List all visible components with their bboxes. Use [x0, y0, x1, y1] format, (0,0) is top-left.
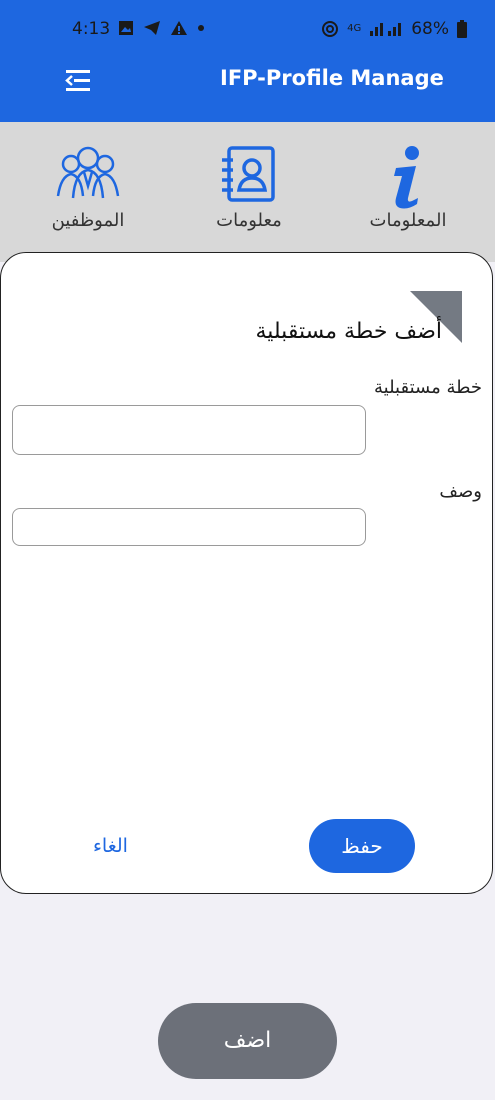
- description-label: وصف: [439, 481, 482, 502]
- signal-icon: [370, 23, 402, 36]
- warning-icon: [171, 21, 187, 35]
- description-input[interactable]: [12, 508, 366, 546]
- future-plan-input[interactable]: [12, 405, 366, 455]
- status-right: 4G 68%: [321, 19, 467, 39]
- tab-information[interactable]: المعلومات: [333, 122, 483, 252]
- notification-icons: [118, 20, 205, 36]
- battery-icon: [457, 20, 467, 38]
- app-title: IFP-Profile Manage: [220, 66, 444, 90]
- add-future-plan-dialog: أضف خطة مستقبلية خطة مستقبلية وصف الغاء …: [0, 252, 493, 894]
- tab-employees[interactable]: الموظفين: [13, 122, 163, 252]
- network-type: 4G: [347, 23, 362, 34]
- tab-info-contact[interactable]: معلومات: [174, 122, 324, 252]
- image-icon: [119, 21, 133, 35]
- people-group-icon: [56, 146, 120, 199]
- contact-book-icon: [222, 146, 275, 202]
- future-plan-label: خطة مستقبلية: [374, 377, 482, 398]
- telegram-icon: [144, 21, 160, 35]
- dialog-title: أضف خطة مستقبلية: [255, 319, 442, 344]
- add-button[interactable]: اضف: [158, 1003, 337, 1079]
- tab-label: معلومات: [216, 210, 282, 231]
- hotspot-icon: [322, 21, 339, 37]
- app-bar: 4:13 4G 68% IFP-Profile Manage: [0, 0, 495, 122]
- battery-level: 68%: [411, 19, 449, 39]
- status-time: 4:13: [72, 19, 111, 39]
- save-button[interactable]: حفظ: [309, 819, 415, 873]
- tab-bar: الموظفين معلومات المعلومات: [0, 122, 495, 262]
- cancel-button[interactable]: الغاء: [93, 835, 128, 857]
- status-bar: 4:13 4G 68%: [0, 0, 495, 58]
- info-icon: [394, 146, 419, 209]
- tab-label: المعلومات: [369, 210, 447, 231]
- dot-icon: [198, 25, 204, 31]
- tab-label: الموظفين: [51, 210, 125, 231]
- menu-icon[interactable]: [62, 66, 94, 96]
